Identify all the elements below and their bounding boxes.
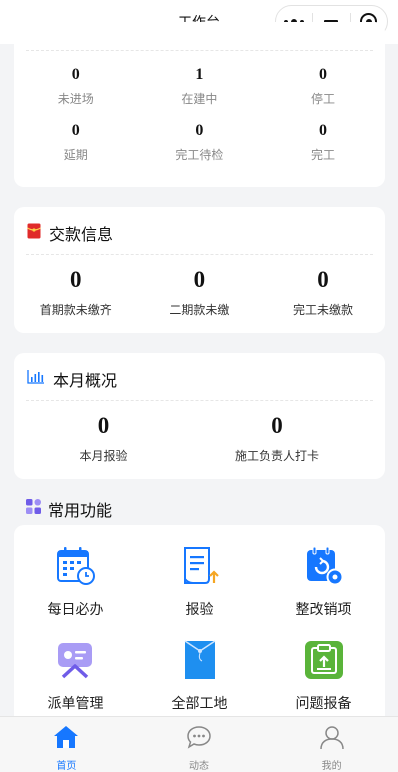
status-label: 完工 (310, 148, 335, 162)
month-value: 0 (97, 413, 110, 438)
status-not-entered[interactable]: 0 未进场 (14, 66, 138, 107)
user-icon (319, 725, 345, 754)
function-label: 整改销项 (295, 601, 352, 617)
tab-label: 我的 (321, 761, 342, 772)
month-checkin-count[interactable]: 0 施工负责人打卡 (212, 413, 342, 464)
status-value: 0 (195, 122, 204, 139)
status-value: 0 (71, 66, 80, 83)
payment-completion-unpaid[interactable]: 0 完工未缴款 (261, 267, 385, 318)
apps-grid-icon (26, 499, 41, 519)
month-label: 施工负责人打卡 (234, 449, 319, 463)
card-title: 交款信息 (49, 227, 114, 244)
month-value: 0 (271, 413, 283, 438)
status-completed[interactable]: 0 完工 (261, 122, 385, 163)
functions-heading: 常用功能 (26, 497, 112, 521)
folder-icon (179, 639, 221, 681)
payment-label: 首期款未缴齐 (39, 303, 112, 317)
tab-activity[interactable]: 动态 (133, 717, 266, 772)
status-label: 停工 (310, 92, 335, 106)
payment-info-card: 交款信息 0 首期款未缴齐 0 二期款未缴 0 完工未缴款 (14, 207, 385, 333)
bottom-tab-bar: 首页 动态 我的 (0, 716, 398, 772)
status-value: 0 (318, 122, 327, 139)
month-label: 本月报验 (79, 449, 128, 463)
status-suspended[interactable]: 0 停工 (261, 66, 385, 107)
calendar-clock-icon (55, 545, 97, 587)
status-value: 1 (195, 66, 204, 83)
functions-card: 每日必办 报验 整改销项 派单管理 全部工地 问题报备 (14, 525, 385, 725)
bar-chart-icon (27, 369, 45, 389)
status-pending-inspection[interactable]: 0 完工待检 (138, 122, 262, 163)
payment-value: 0 (193, 267, 206, 292)
payment-first-unpaid[interactable]: 0 首期款未缴齐 (14, 267, 138, 318)
month-inspection-count[interactable]: 0 本月报验 (42, 413, 165, 464)
function-all-sites[interactable]: 全部工地 (138, 639, 261, 713)
section-title: 常用功能 (48, 503, 113, 520)
payment-value: 0 (70, 267, 82, 292)
home-icon (53, 725, 79, 754)
rectify-settings-icon (303, 545, 345, 587)
divider (26, 254, 373, 255)
payment-value: 0 (317, 267, 329, 292)
function-daily-tasks[interactable]: 每日必办 (14, 545, 137, 619)
upload-report-icon (303, 639, 345, 681)
status-label: 在建中 (181, 92, 218, 106)
project-status-card: 0 未进场 1 在建中 0 停工 0 延期 0 完工待检 0 完工 (14, 22, 385, 187)
status-label: 延期 (63, 148, 88, 162)
function-label: 派单管理 (47, 695, 104, 711)
chat-bubble-icon (186, 725, 212, 754)
tab-label: 首页 (56, 761, 77, 772)
status-label: 未进场 (57, 92, 94, 106)
function-issue-report[interactable]: 问题报备 (262, 639, 385, 713)
function-rectification[interactable]: 整改销项 (262, 545, 385, 619)
function-label: 问题报备 (295, 695, 352, 711)
status-delayed[interactable]: 0 延期 (14, 122, 138, 163)
function-label: 全部工地 (171, 695, 228, 711)
tab-profile[interactable]: 我的 (265, 717, 398, 772)
payment-label: 二期款未缴 (169, 303, 230, 317)
divider (26, 50, 373, 51)
tab-label: 动态 (189, 761, 209, 772)
status-under-construction[interactable]: 1 在建中 (138, 66, 262, 107)
function-label: 报验 (185, 601, 214, 617)
status-label: 完工待检 (175, 148, 224, 162)
status-value: 0 (71, 122, 80, 139)
function-label: 每日必办 (47, 601, 104, 617)
dispatch-card-icon (55, 639, 97, 681)
status-value: 0 (318, 66, 327, 83)
divider (26, 400, 373, 401)
payment-second-unpaid[interactable]: 0 二期款未缴 (138, 267, 262, 318)
payment-label: 完工未缴款 (292, 303, 353, 317)
function-dispatch[interactable]: 派单管理 (14, 639, 137, 713)
report-document-icon (179, 545, 221, 587)
red-envelope-icon (27, 223, 41, 244)
card-title: 本月概况 (53, 373, 118, 390)
tab-home[interactable]: 首页 (0, 717, 133, 772)
function-inspection[interactable]: 报验 (138, 545, 261, 619)
monthly-overview-card: 本月概况 0 本月报验 0 施工负责人打卡 (14, 353, 385, 479)
